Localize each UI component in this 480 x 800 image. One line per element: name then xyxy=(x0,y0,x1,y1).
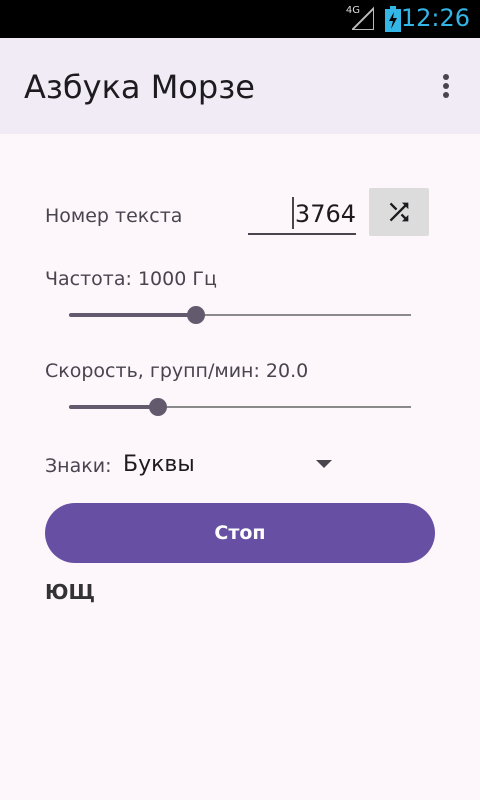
app-bar: Азбука Морзе xyxy=(0,38,480,134)
screen: 4G 12:26 Азбука Морзе Номер текста 3764 … xyxy=(0,0,480,800)
morse-output-text: ЮЩ xyxy=(45,580,95,604)
slider-thumb[interactable] xyxy=(186,306,205,324)
speed-label: Скорость, групп/мин: 20.0 xyxy=(45,360,309,382)
app-title: Азбука Морзе xyxy=(24,68,255,106)
text-caret xyxy=(292,197,294,229)
slider-active-track xyxy=(69,405,158,409)
clock: 12:26 xyxy=(400,4,470,32)
frequency-slider[interactable] xyxy=(69,303,411,327)
text-number-value: 3764 xyxy=(294,200,356,228)
more-options-icon[interactable] xyxy=(436,72,456,100)
random-text-button[interactable] xyxy=(369,188,429,236)
signs-dropdown[interactable]: Буквы xyxy=(123,452,195,477)
text-number-input[interactable]: 3764 xyxy=(248,193,356,235)
signs-label: Знаки: xyxy=(45,455,112,477)
battery-charging-icon xyxy=(385,6,401,32)
signal-icon xyxy=(352,6,374,30)
status-bar: 4G 12:26 xyxy=(0,0,480,38)
slider-thumb[interactable] xyxy=(148,398,167,416)
speed-slider[interactable] xyxy=(69,395,411,419)
shuffle-icon xyxy=(389,202,409,222)
text-number-label: Номер текста xyxy=(45,205,183,227)
slider-active-track xyxy=(69,313,196,317)
stop-button[interactable]: Стоп xyxy=(45,503,435,563)
frequency-label: Частота: 1000 Гц xyxy=(45,268,217,290)
dropdown-arrow-icon[interactable] xyxy=(316,460,332,468)
